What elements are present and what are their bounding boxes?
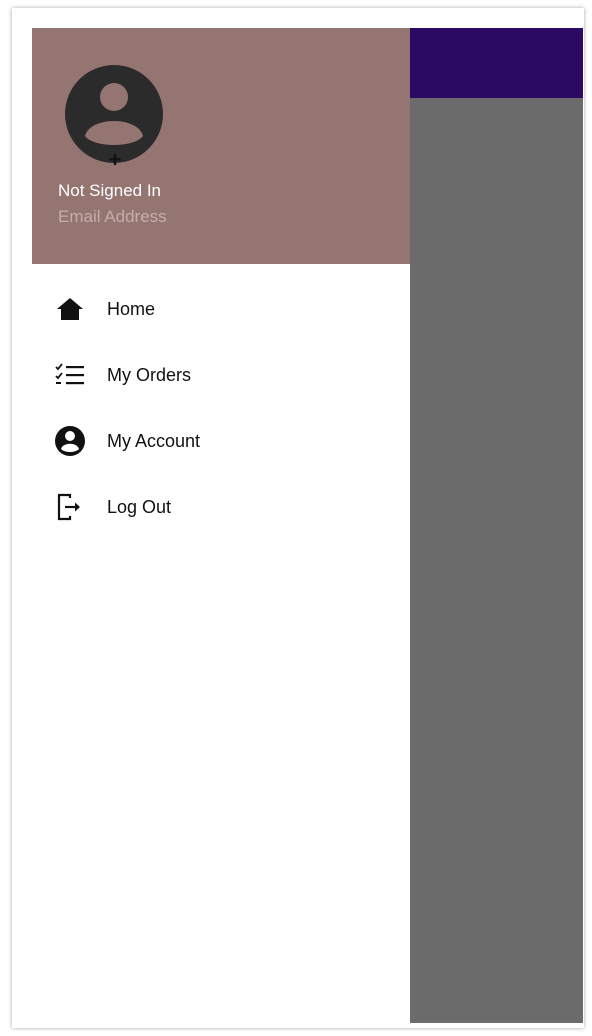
user-name: Not Signed In (58, 181, 162, 200)
menu-item-label: My Account (107, 430, 201, 451)
logout-icon (54, 491, 86, 523)
plus-icon[interactable]: + (107, 149, 123, 171)
navigation-drawer: + Not Signed In Email Address Home My Or… (32, 28, 410, 1023)
menu-item-home[interactable]: Home (32, 276, 410, 342)
checklist-icon (54, 359, 86, 391)
menu-item-label: Home (107, 298, 156, 319)
drawer-menu: Home My Orders My Account Log Out (32, 276, 410, 540)
menu-item-label: Log Out (107, 496, 172, 517)
menu-item-my-orders[interactable]: My Orders (32, 342, 410, 408)
content-scrim[interactable] (410, 28, 583, 1023)
home-icon (54, 293, 86, 325)
menu-item-log-out[interactable]: Log Out (32, 474, 410, 540)
menu-item-my-account[interactable]: My Account (32, 408, 410, 474)
user-email: Email Address (58, 207, 167, 226)
menu-item-label: My Orders (107, 364, 192, 385)
account-circle-icon (54, 425, 86, 457)
drawer-header: + Not Signed In Email Address (32, 28, 410, 264)
app-bar (410, 28, 583, 98)
app-screen: + Not Signed In Email Address Home My Or… (32, 28, 583, 1023)
